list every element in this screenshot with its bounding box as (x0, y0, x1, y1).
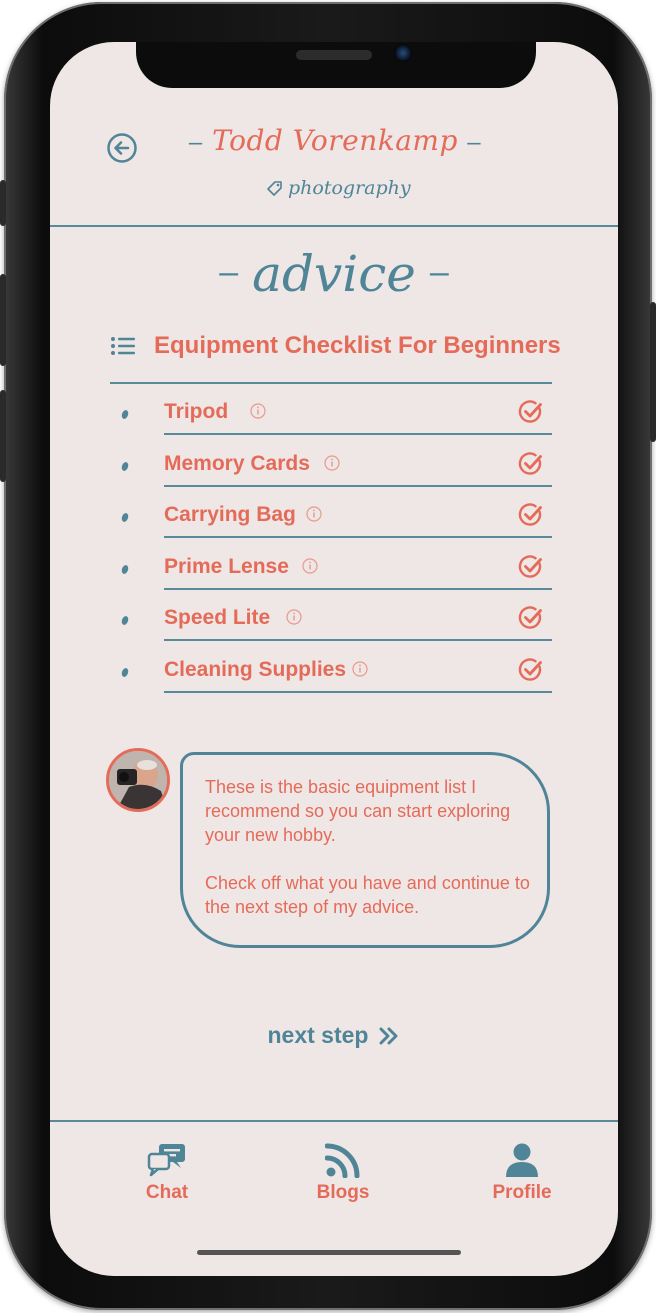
list-icon (111, 337, 135, 355)
bullet-icon (120, 460, 130, 472)
message-paragraph-1: These is the basic equipment list I reco… (205, 777, 511, 845)
checklist-item[interactable]: Speed Lite (110, 596, 552, 647)
message-bubble: These is the basic equipment list I reco… (180, 752, 550, 948)
next-step-label: next step (267, 1022, 369, 1048)
info-icon[interactable] (306, 506, 322, 522)
power-button (650, 302, 656, 442)
item-divider (164, 433, 552, 435)
checklist-item[interactable]: Prime Lense (110, 545, 552, 596)
rss-icon (325, 1143, 360, 1178)
avatar-photo (109, 751, 167, 809)
check-circle-icon[interactable] (518, 502, 544, 528)
check-circle-icon[interactable] (518, 451, 544, 477)
check-circle-icon[interactable] (518, 657, 544, 683)
mute-switch (0, 180, 6, 226)
info-icon[interactable] (302, 557, 318, 574)
speaker-grille (296, 50, 372, 60)
title-dash-right: – (429, 253, 449, 291)
checklist-item[interactable]: Carrying Bag (110, 493, 552, 544)
chat-icon (147, 1144, 185, 1177)
nav-item-blogs[interactable]: Blogs (283, 1142, 403, 1204)
bullet-icon (120, 512, 130, 523)
title-dash-left: – (219, 253, 239, 291)
info-icon[interactable] (352, 660, 368, 677)
bullet-icon (120, 409, 130, 420)
checklist-divider (110, 382, 552, 384)
brand-subtitle: photography (266, 176, 411, 200)
user-icon (506, 1143, 538, 1177)
info-icon[interactable] (286, 609, 302, 625)
nav-label-blogs: Blogs (316, 1182, 370, 1203)
checklist-item-label: Tripod (164, 400, 229, 423)
next-step-button[interactable]: next step (50, 1022, 618, 1049)
checklist-heading: Equipment Checklist For Beginners (110, 332, 561, 360)
checklist-item[interactable]: Tripod (110, 390, 552, 441)
back-arrow-circle-icon[interactable] (106, 132, 138, 164)
item-divider (164, 536, 552, 538)
double-chevron-right-icon (379, 1027, 398, 1044)
tag-icon (267, 181, 282, 196)
brand-dash-left: – (188, 129, 203, 156)
checklist-item-label: Memory Cards (164, 451, 310, 475)
brand-subtitle-text: photography (288, 177, 411, 199)
check-circle-icon[interactable] (518, 554, 544, 580)
brand-name: – Todd Vorenkamp – (150, 124, 520, 157)
check-circle-icon[interactable] (518, 605, 544, 631)
check-circle-icon[interactable] (518, 399, 544, 425)
brand-dash-right: – (467, 129, 482, 156)
volume-up-button (0, 274, 6, 366)
item-divider (164, 484, 552, 487)
nav-item-profile[interactable]: Profile (462, 1142, 582, 1204)
nav-label-profile: Profile (492, 1182, 552, 1203)
item-divider (164, 587, 552, 590)
checklist-title: Equipment Checklist For Beginners (154, 332, 561, 359)
checklist-item-label: Cleaning Supplies (164, 657, 347, 681)
bullet-icon (120, 563, 130, 575)
nav-label-chat: Chat (145, 1182, 189, 1203)
notch (136, 42, 536, 88)
avatar (106, 748, 170, 812)
bullet-icon (120, 666, 130, 678)
screen: – Todd Vorenkamp – photography – advice – (50, 42, 618, 1276)
home-indicator[interactable] (197, 1250, 461, 1255)
item-divider (164, 639, 552, 641)
phone-frame: – Todd Vorenkamp – photography – advice – (0, 2, 656, 1310)
info-icon[interactable] (250, 403, 266, 419)
message-text: These is the basic equipment list I reco… (205, 775, 545, 943)
item-divider (164, 690, 552, 693)
volume-down-button (0, 390, 6, 482)
bullet-icon (120, 615, 130, 626)
page-title: – advice – (50, 242, 618, 304)
front-camera-icon (394, 44, 412, 62)
checklist-item-label: Prime Lense (164, 554, 289, 578)
checklist-item-label: Speed Lite (164, 606, 271, 629)
info-icon[interactable] (324, 454, 340, 471)
message-paragraph-2: Check off what you have and continue to … (205, 873, 530, 917)
checklist-item-label: Carrying Bag (164, 503, 296, 526)
header-divider (50, 225, 618, 227)
nav-divider (50, 1120, 618, 1122)
checklist-item[interactable]: Cleaning Supplies (110, 648, 552, 699)
brand-name-text: Todd Vorenkamp (212, 124, 458, 157)
nav-item-chat[interactable]: Chat (107, 1142, 227, 1204)
page-title-text: advice (252, 245, 416, 303)
checklist-item[interactable]: Memory Cards (110, 442, 552, 493)
